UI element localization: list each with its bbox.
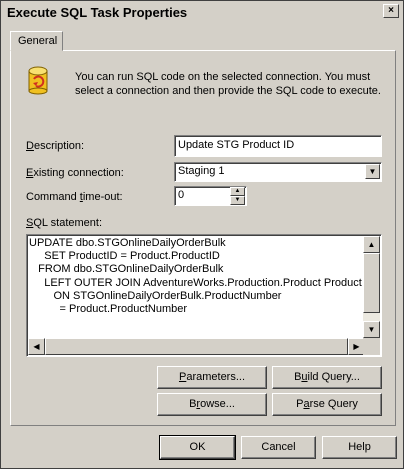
description-input[interactable]: Update STG Product ID xyxy=(174,135,382,157)
execute-sql-task-dialog: Execute SQL Task Properties × General Yo… xyxy=(0,0,404,469)
build-query-rest: ild Query... xyxy=(307,371,360,383)
title-bar: Execute SQL Task Properties × xyxy=(1,1,403,23)
description-label-key: D xyxy=(26,140,34,152)
parameters-rest: arameters... xyxy=(186,371,246,383)
connection-select[interactable]: Staging 1 ▼ xyxy=(174,162,382,182)
info-text: You can run SQL code on the selected con… xyxy=(75,71,381,97)
horizontal-scrollbar[interactable]: ◀ ▶ xyxy=(28,338,365,355)
scroll-left-icon[interactable]: ◀ xyxy=(28,338,45,355)
horizontal-scroll-thumb[interactable] xyxy=(45,338,348,355)
help-button[interactable]: Help xyxy=(322,436,397,459)
scroll-up-icon[interactable]: ▲ xyxy=(363,236,380,253)
tab-general[interactable]: General xyxy=(10,31,63,51)
browse-button[interactable]: Browse... xyxy=(157,393,267,416)
sql-label-rest: QL statement: xyxy=(33,217,103,229)
window-title: Execute SQL Task Properties xyxy=(7,5,188,20)
chevron-down-icon[interactable]: ▼ xyxy=(365,164,380,179)
connection-label: Existing connection: xyxy=(26,167,124,179)
database-task-icon xyxy=(28,66,48,95)
parse-query-rest: rse Query xyxy=(309,398,358,410)
spin-down-icon[interactable]: ▼ xyxy=(230,196,245,205)
ok-button[interactable]: OK xyxy=(159,435,236,460)
tab-general-label: General xyxy=(18,35,58,47)
vertical-scroll-thumb[interactable] xyxy=(363,253,380,313)
timeout-label-rest: ime-out: xyxy=(82,191,123,203)
description-label-rest: escription: xyxy=(33,140,85,152)
scroll-down-icon[interactable]: ▼ xyxy=(363,321,380,338)
browse-rest: owse... xyxy=(200,398,235,410)
vertical-scrollbar[interactable]: ▲ ▼ xyxy=(363,236,380,338)
description-label: Description: xyxy=(26,140,84,152)
scroll-corner xyxy=(363,338,380,355)
connection-value: Staging 1 xyxy=(178,165,225,177)
connection-label-rest: xisting connection: xyxy=(33,167,124,179)
parse-query-button[interactable]: Parse Query xyxy=(272,393,382,416)
close-button[interactable]: × xyxy=(383,4,399,18)
build-query-button[interactable]: Build Query... xyxy=(272,366,382,389)
cancel-button[interactable]: Cancel xyxy=(241,436,316,459)
sql-statement-editor[interactable]: UPDATE dbo.STGOnlineDailyOrderBulk SET P… xyxy=(26,234,382,357)
timeout-value: 0 xyxy=(178,189,185,201)
sql-text[interactable]: UPDATE dbo.STGOnlineDailyOrderBulk SET P… xyxy=(29,237,365,339)
spin-up-icon[interactable]: ▲ xyxy=(230,187,245,196)
timeout-label-pre: Command xyxy=(26,191,80,203)
timeout-label: Command time-out: xyxy=(26,191,123,203)
parameters-button[interactable]: Parameters... xyxy=(157,366,267,389)
sql-label: SQL statement: xyxy=(26,217,102,229)
